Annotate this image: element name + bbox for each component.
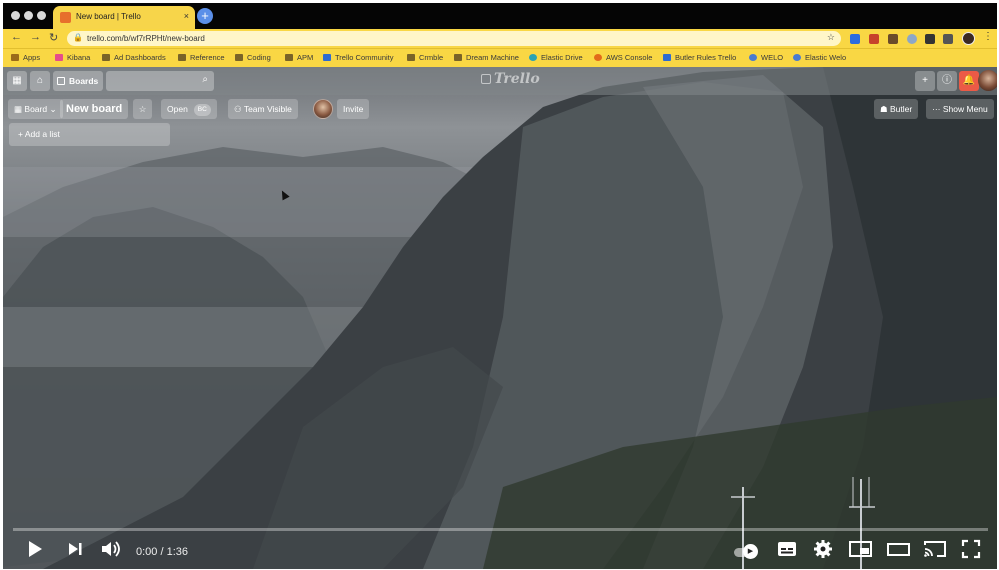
bookmark-item[interactable]: Crmble [407, 53, 443, 62]
visibility-button[interactable]: Open BC [161, 99, 217, 119]
miniplayer-icon[interactable] [849, 539, 873, 559]
show-menu-button[interactable]: ··· Show Menu [926, 99, 994, 119]
lock-icon: 🔒 [73, 33, 83, 42]
forward-arrow-icon[interactable]: → [30, 31, 41, 43]
folder-icon [454, 54, 462, 61]
folder-icon [102, 54, 110, 61]
tab-close-icon[interactable]: × [184, 11, 189, 21]
extension-icon[interactable] [888, 34, 898, 44]
video-time: 0:00 / 1:36 [136, 546, 188, 558]
bookmark-item[interactable]: Ad Dashboards [102, 53, 166, 62]
bookmark-star-icon[interactable]: ☆ [827, 32, 835, 43]
people-icon [749, 54, 757, 61]
board-header: ▦ Board ⌄ New board ☆ Open BC ⚇ Team Visi… [3, 97, 997, 121]
theater-mode-icon[interactable] [887, 539, 911, 559]
extension-icon[interactable] [869, 34, 879, 44]
bookmark-item[interactable]: Trello Community [323, 53, 393, 62]
extension-icon[interactable] [907, 34, 917, 44]
folder-icon [235, 54, 243, 61]
puzzle-icon[interactable] [925, 34, 935, 44]
trello-extension-icon[interactable] [850, 34, 860, 44]
create-plus-icon[interactable]: + [915, 71, 935, 91]
add-list-button[interactable]: + Add a list [9, 123, 170, 146]
bookmark-item[interactable]: Kibana [55, 53, 90, 62]
bookmark-item[interactable]: WELO [749, 53, 783, 62]
bookmark-item[interactable]: Reference [178, 53, 225, 62]
video-controls: 0:00 / 1:36 ▶ [3, 533, 997, 569]
people-icon [793, 54, 801, 61]
team-badge: BC [193, 104, 211, 116]
bookmark-item[interactable]: Apps [11, 53, 40, 62]
next-icon[interactable] [67, 539, 83, 559]
kibana-icon [55, 54, 63, 61]
board-member-avatar[interactable] [313, 99, 333, 119]
volume-icon[interactable] [100, 539, 124, 559]
trello-logo-icon [481, 74, 491, 84]
autoplay-play-icon[interactable]: ▶ [743, 544, 758, 559]
apps-grid-icon [11, 54, 19, 61]
notification-bell-icon[interactable]: 🔔 [959, 71, 979, 91]
home-icon[interactable]: ⌂ [30, 71, 50, 91]
member-avatar[interactable] [978, 70, 997, 91]
bookmark-item[interactable]: Dream Machine [454, 53, 519, 62]
window-close-icon[interactable] [11, 11, 20, 20]
board-menu-button[interactable]: ▦ Board ⌄ [8, 99, 63, 119]
browser-toolbar: ← → ↻ 🔒 trello.com/b/wf7rRPHt/new-board … [3, 29, 997, 48]
browser-tab-active[interactable]: New board | Trello × [53, 6, 195, 29]
tab-title: New board | Trello [76, 12, 141, 21]
window-maximize-icon[interactable] [37, 11, 46, 20]
info-icon[interactable]: ⓘ [937, 71, 957, 91]
bookmark-item[interactable]: Coding [235, 53, 271, 62]
profile-avatar[interactable] [962, 32, 975, 45]
play-icon[interactable] [27, 539, 43, 559]
star-icon[interactable]: ☆ [133, 99, 152, 119]
boards-icon [57, 77, 65, 85]
elastic-icon [529, 54, 537, 61]
bookmark-item[interactable]: APM [285, 53, 313, 62]
browser-menu-icon[interactable]: ⋮ [983, 31, 993, 42]
video-progress-bar[interactable] [13, 528, 988, 531]
trello-community-icon [323, 54, 331, 61]
bookmarks-bar: Apps Kibana Ad Dashboards Reference Codi… [3, 48, 997, 67]
aws-icon [594, 54, 602, 61]
trello-logo[interactable]: Trello [481, 71, 540, 87]
butler-button[interactable]: ☗ Butler [874, 99, 919, 119]
new-tab-button[interactable]: + [197, 8, 213, 24]
folder-icon [407, 54, 415, 61]
board-background: ▦ ⌂ Boards ⌕ Trello + ⓘ 🔔 ▦ Board ⌄ New … [3, 67, 997, 569]
bookmark-item[interactable]: Elastic Drive [529, 53, 583, 62]
video-frame: New board | Trello × + ← → ↻ 🔒 trello.co… [3, 3, 997, 569]
address-bar[interactable]: 🔒 trello.com/b/wf7rRPHt/new-board ☆ [67, 31, 841, 46]
search-icon: ⌕ [202, 74, 208, 85]
invite-button[interactable]: Invite [337, 99, 370, 119]
reading-list-icon[interactable] [943, 34, 953, 44]
fullscreen-icon[interactable] [961, 539, 981, 559]
settings-gear-icon[interactable] [813, 539, 833, 559]
trello-favicon-icon [60, 12, 71, 23]
folder-icon [285, 54, 293, 61]
browser-tab-bar: New board | Trello × + [3, 3, 997, 29]
trello-header: ▦ ⌂ Boards ⌕ Trello + ⓘ 🔔 [3, 67, 997, 95]
trello-icon [663, 54, 671, 61]
bookmark-item[interactable]: Elastic Welo [793, 53, 846, 62]
folder-icon [178, 54, 186, 61]
team-visible-button[interactable]: ⚇ Team Visible [228, 99, 298, 119]
board-title[interactable]: New board [60, 99, 129, 119]
cast-icon[interactable] [923, 539, 947, 559]
search-input[interactable]: ⌕ [106, 71, 214, 91]
window-minimize-icon[interactable] [24, 11, 33, 20]
bookmark-item[interactable]: AWS Console [594, 53, 652, 62]
boards-button[interactable]: Boards [53, 71, 103, 91]
bookmark-item[interactable]: Butler Rules Trello [663, 53, 736, 62]
apps-grid-icon[interactable]: ▦ [7, 71, 27, 91]
subtitles-icon[interactable] [777, 539, 797, 559]
url-text: trello.com/b/wf7rRPHt/new-board [87, 34, 205, 43]
back-arrow-icon[interactable]: ← [11, 31, 22, 43]
reload-icon[interactable]: ↻ [49, 31, 58, 44]
